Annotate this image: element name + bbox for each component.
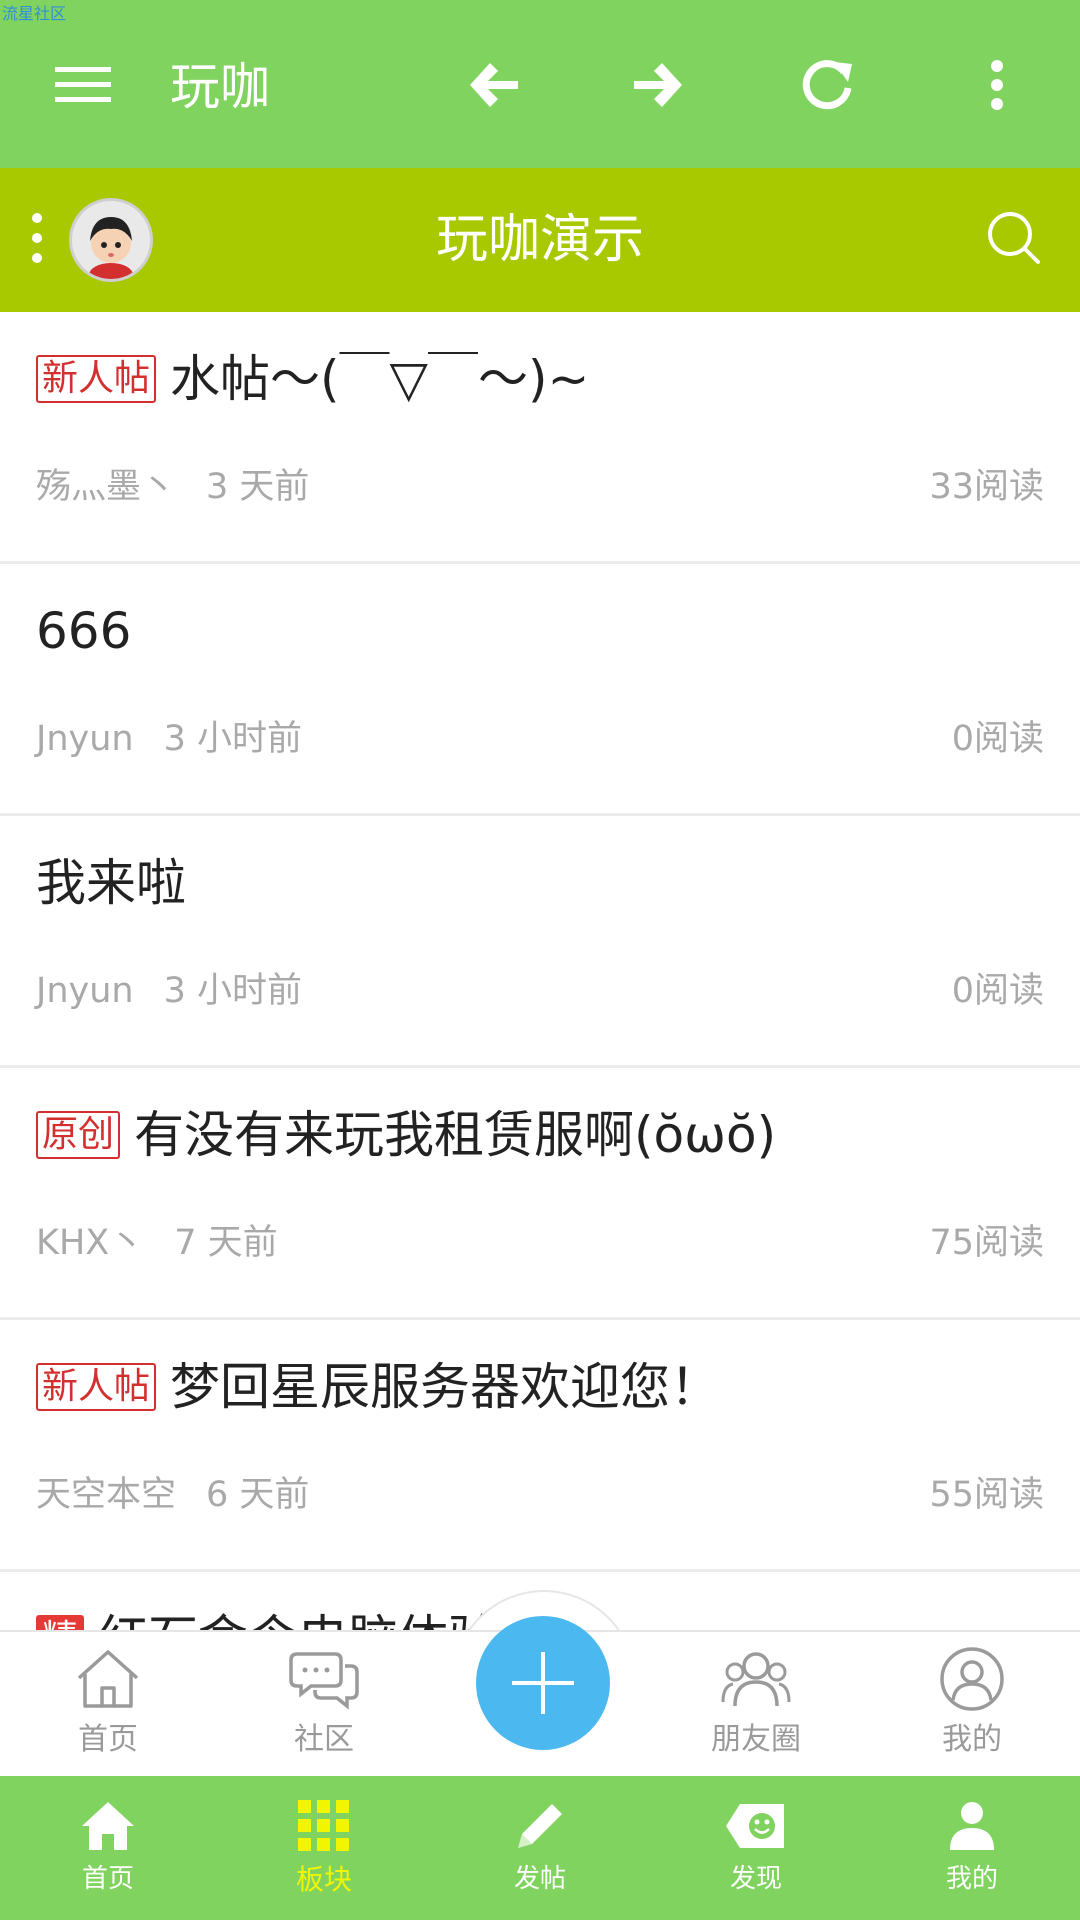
post-reads: 75阅读 xyxy=(929,1223,1044,1263)
back-arrow-icon[interactable] xyxy=(458,50,528,120)
app-nav-mine[interactable]: 我的 xyxy=(902,1800,1042,1895)
refresh-icon[interactable] xyxy=(792,50,862,120)
list-item[interactable]: 新人帖 水帖～(￣▽￣～)~ 殇灬墨丶 3 天前 33阅读 xyxy=(0,312,1080,564)
forum-nav-community[interactable]: 社区 xyxy=(254,1646,394,1758)
newcomer-tag: 新人帖 xyxy=(36,355,157,403)
forward-arrow-icon[interactable] xyxy=(624,50,694,120)
newcomer-tag: 新人帖 xyxy=(36,1363,157,1411)
post-author: 殇灬墨丶 xyxy=(36,467,177,507)
forum-header: 玩咖演示 xyxy=(0,168,1080,312)
post-time: 3 小时前 xyxy=(163,719,302,759)
app-nav-label: 我的 xyxy=(945,1864,998,1894)
forum-nav-label: 首页 xyxy=(78,1722,138,1757)
post-author: Jnyun xyxy=(36,971,134,1011)
pencil-icon xyxy=(518,1804,562,1848)
friends-icon xyxy=(721,1652,791,1707)
post-author: 天空本空 xyxy=(36,1475,177,1515)
list-item[interactable]: 新人帖 梦回星辰服务器欢迎您！ 天空本空 6 天前 55阅读 xyxy=(0,1320,1080,1572)
original-tag: 原创 xyxy=(36,1111,121,1159)
app-bottom-nav: 首页 板块 发帖 发现 我的 xyxy=(0,1776,1080,1920)
app-nav-label: 发帖 xyxy=(513,1864,566,1894)
forum-nav-label: 社区 xyxy=(294,1722,354,1757)
app-nav-label: 首页 xyxy=(81,1864,134,1894)
more-vert-icon[interactable] xyxy=(962,50,1032,120)
post-title: 666 xyxy=(36,602,132,660)
grid-icon xyxy=(298,1800,349,1851)
forum-nav-label: 我的 xyxy=(942,1722,1002,1757)
post-title: 有没有来玩我租赁服啊(ŏωŏ) xyxy=(134,1106,777,1164)
post-time: 3 小时前 xyxy=(163,971,302,1011)
app-nav-label: 板块 xyxy=(295,1863,352,1896)
app-nav-label: 发现 xyxy=(729,1864,782,1894)
post-time: 7 天前 xyxy=(174,1223,278,1263)
post-reads: 33阅读 xyxy=(929,467,1044,507)
post-reads: 0阅读 xyxy=(951,971,1044,1011)
post-title: 梦回星辰服务器欢迎您！ xyxy=(170,1358,721,1416)
list-item[interactable]: 我来啦 Jnyun 3 小时前 0阅读 xyxy=(0,816,1080,1068)
post-reads: 55阅读 xyxy=(929,1475,1044,1515)
post-title: 我来啦 xyxy=(36,854,186,912)
featured-tag: 精 xyxy=(36,1615,85,1630)
profile-circle-icon xyxy=(940,1647,1004,1711)
app-bar: 玩咖 xyxy=(0,0,1080,168)
chat-bubbles-icon xyxy=(289,1652,359,1710)
forum-nav-label: 朋友圈 xyxy=(711,1722,801,1757)
home-icon xyxy=(82,1802,134,1850)
list-item[interactable]: 666 Jnyun 3 小时前 0阅读 xyxy=(0,564,1080,816)
home-outline-icon xyxy=(77,1650,139,1708)
app-nav-discover[interactable]: 发现 xyxy=(686,1800,826,1895)
post-time: 6 天前 xyxy=(206,1475,310,1515)
search-icon[interactable] xyxy=(982,206,1052,276)
forum-nav-home[interactable]: 首页 xyxy=(38,1646,178,1758)
app-nav-post[interactable]: 发帖 xyxy=(470,1800,610,1895)
person-icon xyxy=(950,1802,994,1850)
plus-icon xyxy=(512,1652,574,1714)
forum-nav-mine[interactable]: 我的 xyxy=(902,1646,1042,1758)
post-author: KHX丶 xyxy=(36,1223,145,1263)
tag-smile-icon xyxy=(726,1804,784,1848)
new-post-button[interactable] xyxy=(476,1616,610,1750)
app-nav-home[interactable]: 首页 xyxy=(38,1800,178,1895)
post-list: 新人帖 水帖～(￣▽￣～)~ 殇灬墨丶 3 天前 33阅读 666 Jnyun 3 … xyxy=(0,312,1080,1630)
app-title: 玩咖 xyxy=(170,58,270,116)
post-author: Jnyun xyxy=(36,719,134,759)
post-reads: 0阅读 xyxy=(951,719,1044,759)
menu-icon[interactable] xyxy=(48,50,118,120)
app-nav-boards[interactable]: 板块 xyxy=(254,1800,394,1898)
post-title: 水帖～(￣▽￣～)~ xyxy=(170,350,590,408)
forum-nav-friends[interactable]: 朋友圈 xyxy=(686,1646,826,1758)
watermark-text: 流星社区 xyxy=(2,4,67,23)
post-time: 3 天前 xyxy=(206,467,310,507)
forum-title: 玩咖演示 xyxy=(435,210,644,270)
list-item[interactable]: 原创 有没有来玩我租赁服啊(ŏωŏ) KHX丶 7 天前 75阅读 xyxy=(0,1068,1080,1320)
